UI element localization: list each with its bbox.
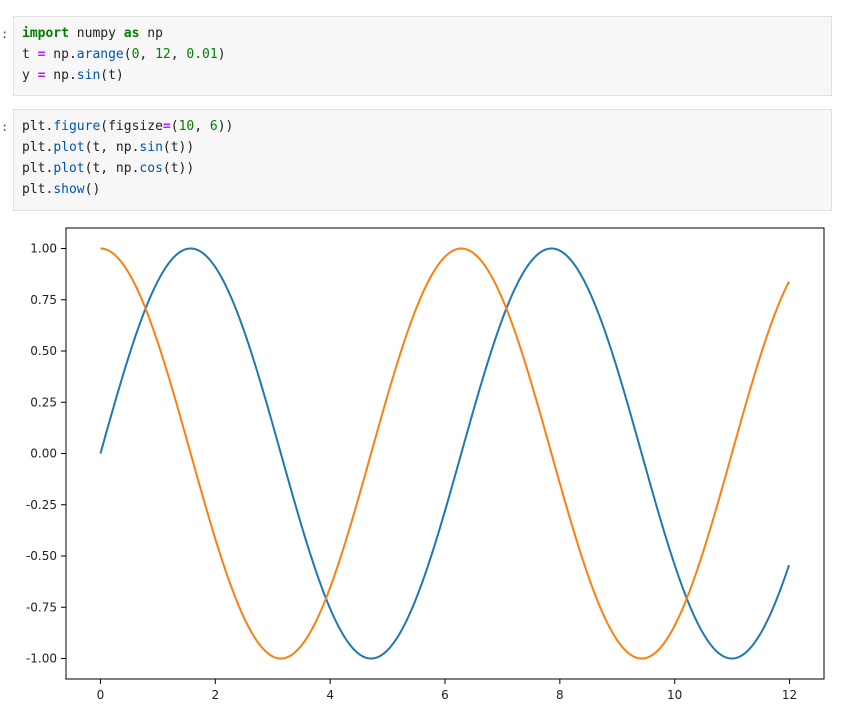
code-token: 10 xyxy=(178,119,195,134)
cell-prompt: : xyxy=(1,27,9,41)
x-tick-label: 2 xyxy=(211,688,219,702)
code-line: y = np.sin(t) xyxy=(22,65,226,86)
code-token: 12 xyxy=(155,47,171,62)
code-input[interactable]: plt.figure(figsize=(10, 6)) plt.plot(t, n… xyxy=(22,116,233,200)
y-tick-label: -1.00 xyxy=(26,652,57,666)
code-token: plt. xyxy=(22,182,54,197)
y-tick-label: -0.75 xyxy=(26,600,57,614)
code-token: ( xyxy=(123,47,132,62)
code-token: , xyxy=(139,47,156,62)
code-line: plt.plot(t, np.cos(t)) xyxy=(22,158,233,179)
code-token: import xyxy=(22,26,69,41)
sin-series-line xyxy=(99,247,790,660)
y-tick-label: 0.00 xyxy=(30,447,57,461)
y-tick-label: 0.75 xyxy=(30,293,57,307)
line-chart: 0 2 4 6 8 10 12 1.00 0.75 0.50 0.25 0.00 -0.25 -0.50 -… xyxy=(26,227,825,702)
code-token: as xyxy=(123,26,140,41)
code-token: 0.01 xyxy=(186,47,218,62)
code-token: ) xyxy=(217,47,226,62)
y-tick-label: -0.50 xyxy=(26,549,57,563)
code-token: , xyxy=(170,47,187,62)
code-token: plt. xyxy=(22,161,54,176)
code-token: () xyxy=(84,182,101,197)
x-tick-label: 4 xyxy=(326,688,334,702)
y-tick-label: 1.00 xyxy=(30,242,57,256)
code-token: np xyxy=(139,26,163,41)
y-tick-label: 0.25 xyxy=(30,395,57,409)
code-token: plt. xyxy=(22,119,54,134)
cell-output: 0 2 4 6 8 10 12 1.00 0.75 0.50 0.25 0.00 -0.25 -0.50 -… xyxy=(0,216,845,719)
code-token: plt. xyxy=(22,140,54,155)
cell-prompt: : xyxy=(1,120,9,134)
x-tick-label: 8 xyxy=(556,688,564,702)
code-token: cos xyxy=(139,161,163,176)
code-line: import numpy as np xyxy=(22,23,226,44)
code-token: sin xyxy=(76,68,101,83)
x-tick-label: 10 xyxy=(667,688,682,702)
code-input[interactable]: import numpy as np t = np.arange(0, 12, 0… xyxy=(22,23,226,86)
code-token: (t) xyxy=(100,68,124,83)
code-cell-1[interactable]: : import numpy as np t = np.arange(0, 12,… xyxy=(1,16,832,96)
code-token: )) xyxy=(217,119,234,134)
code-token: figure xyxy=(53,119,101,134)
code-line: plt.figure(figsize=(10, 6)) xyxy=(22,116,233,137)
code-token: np. xyxy=(45,47,77,62)
code-token: 6 xyxy=(209,119,218,134)
plot-frame xyxy=(65,227,825,680)
code-line: plt.plot(t, np.sin(t)) xyxy=(22,137,233,158)
code-token: np. xyxy=(45,68,77,83)
x-tick-label: 0 xyxy=(97,688,105,702)
code-token: = xyxy=(162,119,171,134)
code-token: ( xyxy=(170,119,179,134)
code-token: numpy xyxy=(68,26,124,41)
code-token: sin xyxy=(139,140,163,155)
code-token: (figsize xyxy=(100,119,163,134)
x-tick-label: 12 xyxy=(782,688,797,702)
code-token: (t, np. xyxy=(84,161,140,176)
code-line: t = np.arange(0, 12, 0.01) xyxy=(22,44,226,65)
code-token: (t)) xyxy=(162,140,195,155)
code-cell-2[interactable]: : plt.figure(figsize=(10, 6)) plt.plot(t,… xyxy=(1,109,832,211)
y-tick-label: -0.25 xyxy=(26,498,57,512)
code-token: (t, np. xyxy=(84,140,140,155)
code-token: plot xyxy=(53,140,85,155)
code-token: , xyxy=(194,119,210,134)
code-token: (t)) xyxy=(162,161,195,176)
code-token: t xyxy=(22,47,38,62)
x-tick-label: 6 xyxy=(441,688,449,702)
code-token: y xyxy=(22,68,38,83)
y-tick-label: 0.50 xyxy=(30,344,57,358)
code-token: show xyxy=(53,182,85,197)
code-token: arange xyxy=(76,47,124,62)
code-line: plt.show() xyxy=(22,179,233,200)
code-token: plot xyxy=(53,161,85,176)
